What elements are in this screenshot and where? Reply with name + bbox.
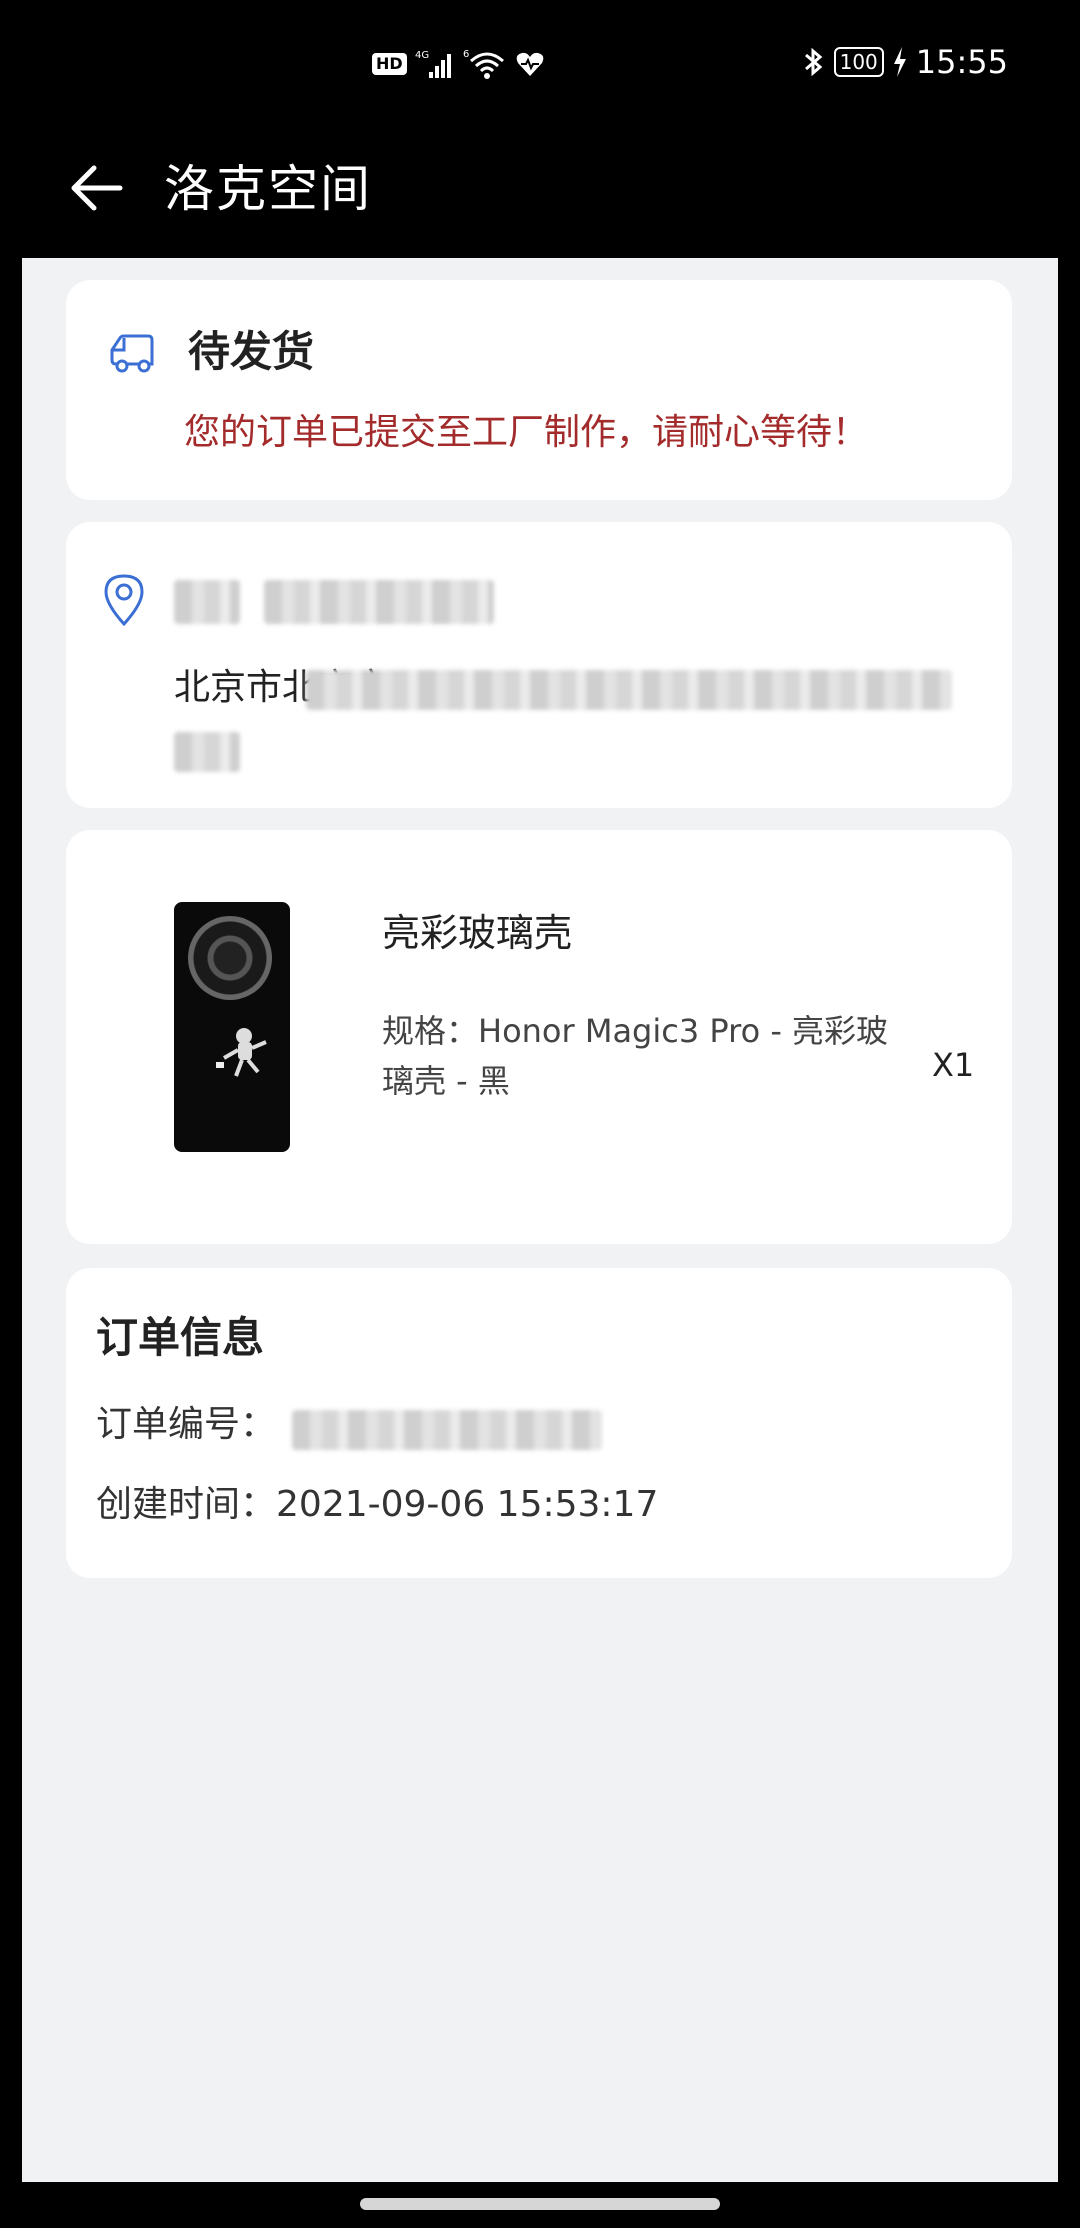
svg-text:4G: 4G <box>415 50 429 61</box>
truck-icon <box>110 334 154 373</box>
camera-module-graphic <box>188 916 272 1000</box>
created-time-value: 2021-09-06 15:53:17 <box>276 1484 659 1525</box>
status-right-indicators: 100 15:55 <box>802 40 1008 84</box>
product-card[interactable]: 亮彩玻璃壳 规格：Honor Magic3 Pro - 亮彩玻璃壳 - 黑 X1 <box>66 830 1012 1244</box>
location-pin-icon <box>104 574 144 626</box>
bluetooth-icon <box>804 47 822 77</box>
arrow-left-icon <box>71 165 123 211</box>
back-button[interactable] <box>60 152 132 224</box>
order-number-row: 订单编号： <box>96 1398 276 1452</box>
order-status-card: 待发货 您的订单已提交至工厂制作，请耐心等待！ <box>66 280 1012 500</box>
created-time-label: 创建时间： <box>96 1484 277 1525</box>
page-title: 洛克空间 <box>164 160 372 218</box>
recipient-name-redacted <box>174 580 240 624</box>
svg-text:6: 6 <box>463 49 469 60</box>
order-status-title: 待发货 <box>188 327 315 376</box>
status-left-indicators: HD 4G 6 <box>372 44 545 84</box>
charging-icon <box>893 47 906 77</box>
order-status-message: 您的订单已提交至工厂制作，请耐心等待！ <box>184 412 869 453</box>
address-detail-redacted-2 <box>174 732 240 772</box>
product-spec: 规格：Honor Magic3 Pro - 亮彩玻璃壳 - 黑 <box>382 1012 889 1100</box>
hd-badge: HD <box>372 53 407 75</box>
created-time-row: 创建时间：2021-09-06 15:53:17 <box>96 1478 658 1532</box>
order-info-title: 订单信息 <box>96 1313 265 1362</box>
address-card[interactable]: 北京市北京市 <box>66 522 1012 808</box>
app-bar: 洛克空间 <box>0 126 1080 258</box>
address-detail-redacted <box>306 670 952 710</box>
astronaut-graphic <box>216 1028 267 1077</box>
main-content: 待发货 您的订单已提交至工厂制作，请耐心等待！ 北京市北京市 亮彩玻璃壳 规格：… <box>22 258 1058 2182</box>
health-heart-icon <box>516 52 544 76</box>
product-name: 亮彩玻璃壳 <box>382 911 573 955</box>
clock: 15:55 <box>915 43 1008 81</box>
wifi-icon: 6 <box>463 49 504 79</box>
order-info-card: 订单信息 订单编号： 创建时间：2021-09-06 15:53:17 <box>66 1268 1012 1578</box>
order-number-redacted <box>292 1410 602 1450</box>
home-indicator[interactable] <box>360 2198 720 2210</box>
recipient-phone-redacted <box>264 580 494 624</box>
battery-indicator: 100 <box>833 47 884 77</box>
order-number-label: 订单编号： <box>96 1404 277 1445</box>
product-image <box>174 902 290 1152</box>
status-bar: HD 4G 6 100 15:55 <box>0 0 1080 126</box>
product-quantity: X1 <box>932 1046 975 1084</box>
cellular-signal-icon: 4G <box>415 50 451 78</box>
